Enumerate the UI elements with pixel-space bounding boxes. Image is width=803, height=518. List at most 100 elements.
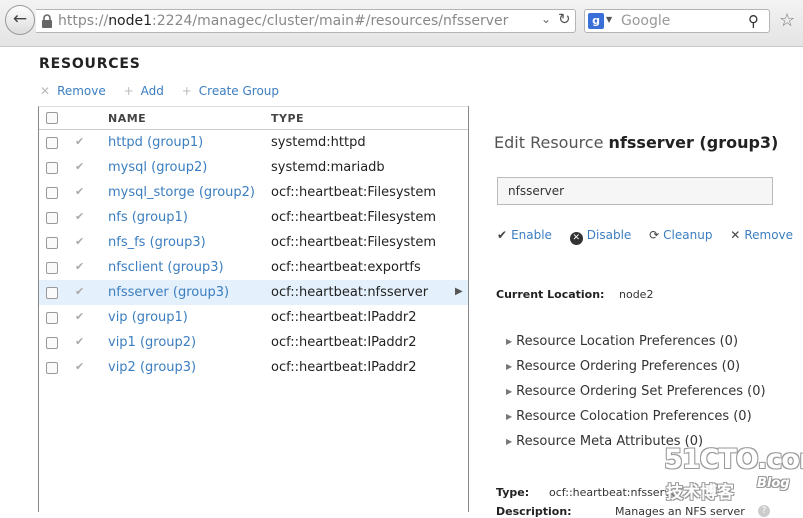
resource-table: NAME TYPE ✔ httpd (group1) systemd:httpd ✔ m… (38, 106, 468, 512)
resource-type: systemd:mariadb (271, 160, 385, 175)
row-checkbox[interactable] (46, 187, 58, 199)
resource-name-link[interactable]: nfsclient (group3) (108, 260, 224, 275)
watermark-blog: Blog (757, 476, 790, 491)
column-header-type[interactable]: TYPE (271, 112, 304, 125)
refresh-icon: ⟳ (649, 228, 660, 242)
checkmark-icon: ✔ (75, 185, 85, 198)
row-checkbox[interactable] (46, 262, 58, 274)
table-row[interactable]: ✔ vip (group1) ocf::heartbeat:IPaddr2 (39, 305, 468, 330)
edit-resource-title: Edit Resource nfsserver (group3) (494, 133, 779, 152)
close-icon: ✕ (40, 84, 51, 98)
google-icon[interactable]: g (588, 13, 604, 29)
triangle-right-icon: ▶ (506, 337, 513, 346)
resource-name-link[interactable]: mysql (group2) (108, 160, 207, 175)
row-checkbox[interactable] (46, 287, 58, 299)
resource-name-link[interactable]: mysql_storge (group2) (108, 185, 255, 200)
resource-name-link[interactable]: nfs (group1) (108, 210, 188, 225)
row-checkbox[interactable] (46, 237, 58, 249)
plus-icon: + (181, 84, 192, 98)
resource-name-link[interactable]: vip1 (group2) (108, 335, 196, 350)
column-header-name[interactable]: NAME (108, 112, 146, 125)
row-checkbox[interactable] (46, 362, 58, 374)
table-header: NAME TYPE (39, 107, 468, 130)
checkmark-icon: ✔ (75, 135, 85, 148)
resource-type: ocf::heartbeat:IPaddr2 (271, 310, 417, 325)
remove-button[interactable]: ✕ Remove (40, 84, 106, 98)
resource-name-link[interactable]: nfs_fs (group3) (108, 235, 206, 250)
resource-action-bar: ✕ Remove + Add + Create Group (40, 84, 293, 98)
back-button[interactable]: ← (5, 5, 35, 35)
preference-section-toggle[interactable]: ▶ Resource Ordering Preferences (0) (506, 359, 740, 374)
row-checkbox[interactable] (46, 212, 58, 224)
table-row[interactable]: ✔ httpd (group1) systemd:httpd (39, 130, 468, 155)
resource-type: ocf::heartbeat:IPaddr2 (271, 335, 417, 350)
preference-section-toggle[interactable]: ▶ Resource Location Preferences (0) (506, 334, 738, 349)
checkmark-icon: ✔ (75, 160, 85, 173)
resource-type: systemd:httpd (271, 135, 366, 150)
add-button[interactable]: + Add (124, 84, 164, 98)
resource-type: ocf::heartbeat:Filesystem (271, 210, 437, 225)
resource-type: ocf::heartbeat:exportfs (271, 260, 421, 275)
resource-type: ocf::heartbeat:Filesystem (271, 185, 437, 200)
panel-divider (468, 106, 469, 512)
lock-icon (42, 14, 52, 28)
table-row[interactable]: ✔ vip1 (group2) ocf::heartbeat:IPaddr2 (39, 330, 468, 355)
close-icon: ✕ (730, 228, 741, 242)
preference-section-toggle[interactable]: ▶ Resource Colocation Preferences (0) (506, 409, 752, 424)
row-checkbox[interactable] (46, 162, 58, 174)
search-input[interactable]: Google (621, 13, 670, 29)
row-checkbox[interactable] (46, 337, 58, 349)
browser-toolbar: ← https://node1:2224/managec/cluster/mai… (0, 0, 803, 47)
reload-icon[interactable]: ↻ (558, 10, 571, 28)
dropdown-arrow-icon[interactable]: ▼ (606, 15, 612, 24)
checkmark-icon: ✔ (75, 260, 85, 273)
chevron-down-icon[interactable]: ⌄ (541, 12, 551, 26)
resource-name-link[interactable]: vip (group1) (108, 310, 188, 325)
checkmark-icon: ✔ (75, 335, 85, 348)
resource-name-link[interactable]: nfsserver (group3) (108, 285, 229, 300)
search-box[interactable]: g ▼ Google ⚲ (584, 9, 770, 33)
create-group-button[interactable]: + Create Group (182, 84, 279, 98)
cleanup-button[interactable]: ⟳ Cleanup (649, 228, 712, 242)
bookmark-star-icon[interactable]: ☆ (779, 10, 795, 31)
checkmark-icon: ✔ (75, 285, 85, 298)
checkmark-icon: ✔ (75, 360, 85, 373)
checkmark-icon: ✔ (75, 310, 85, 323)
edit-action-bar: ✔ Enable ✕ Disable ⟳ Cleanup ✕ Remove (497, 228, 803, 245)
select-all-checkbox[interactable] (46, 112, 58, 124)
search-icon[interactable]: ⚲ (748, 12, 759, 30)
table-row[interactable]: ✔ nfs (group1) ocf::heartbeat:Filesystem (39, 205, 468, 230)
table-row[interactable]: ✔ nfsclient (group3) ocf::heartbeat:export… (39, 255, 468, 280)
table-row[interactable]: ✔ vip2 (group3) ocf::heartbeat:IPaddr2 (39, 355, 468, 380)
current-location-value: node2 (619, 288, 654, 301)
table-row[interactable]: ✔ mysql (group2) systemd:mariadb (39, 155, 468, 180)
checkmark-icon: ✔ (75, 235, 85, 248)
resource-type: ocf::heartbeat:nfsserver (271, 285, 429, 300)
page-title: RESOURCES (39, 56, 141, 72)
table-row[interactable]: ✔ mysql_storge (group2) ocf::heartbeat:Fil… (39, 180, 468, 205)
triangle-right-icon: ▶ (506, 412, 513, 421)
preference-section-toggle[interactable]: ▶ Resource Ordering Set Preferences (0) (506, 384, 766, 399)
type-value: ocf::heartbeat:nfsserver (549, 486, 682, 499)
row-checkbox[interactable] (46, 312, 58, 324)
type-label: Type: (496, 486, 530, 499)
table-row[interactable]: ✔ nfs_fs (group3) ocf::heartbeat:Filesyste… (39, 230, 468, 255)
watermark-logo: 51CTO.com (664, 444, 803, 475)
resource-name-field[interactable] (497, 177, 773, 205)
resource-name-link[interactable]: vip2 (group3) (108, 360, 196, 375)
row-checkbox[interactable] (46, 137, 58, 149)
help-icon[interactable]: ? (758, 505, 770, 517)
url-text: https://node1:2224/managec/cluster/main#… (58, 13, 509, 29)
triangle-right-icon: ▶ (506, 437, 513, 446)
address-bar[interactable]: https://node1:2224/managec/cluster/main#… (36, 9, 576, 33)
resource-type: ocf::heartbeat:Filesystem (271, 235, 437, 250)
resource-name-link[interactable]: httpd (group1) (108, 135, 203, 150)
triangle-right-icon: ▶ (506, 362, 513, 371)
triangle-right-icon: ▶ (455, 286, 463, 297)
plus-icon: + (123, 84, 134, 98)
remove-resource-button[interactable]: ✕ Remove (730, 228, 793, 242)
table-row[interactable]: ✔ nfsserver (group3) ocf::heartbeat:nfsser… (39, 280, 468, 305)
disable-button[interactable]: ✕ Disable (569, 228, 631, 245)
enable-button[interactable]: ✔ Enable (497, 228, 552, 242)
checkmark-icon: ✔ (75, 210, 85, 223)
